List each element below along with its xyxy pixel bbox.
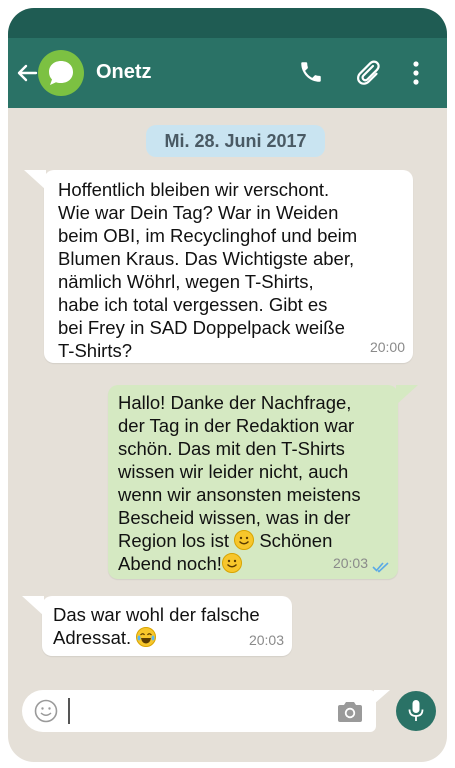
smiling-face-emoji-icon <box>234 530 255 550</box>
message-time: 20:03 <box>248 632 284 648</box>
microphone-icon <box>408 700 424 721</box>
chat-header: Onetz <box>8 38 447 108</box>
back-arrow-icon[interactable] <box>16 63 38 83</box>
contact-name[interactable]: Onetz <box>96 61 152 84</box>
tears-of-joy-emoji-icon <box>136 627 157 647</box>
phone-frame: Onetz Mi. 28. Juni 2017 Hoffentlich blei… <box>8 8 447 762</box>
read-double-check-icon <box>372 562 389 573</box>
camera-icon[interactable] <box>336 701 364 723</box>
input-bar-tail <box>374 690 390 704</box>
message-text: Hallo! Danke der Nachfrage, der Tag in d… <box>118 391 388 575</box>
chat-bubble-icon <box>49 61 73 85</box>
avatar[interactable] <box>38 50 84 96</box>
message-input[interactable] <box>74 696 324 726</box>
message-input-bar <box>22 690 390 732</box>
text-cursor <box>68 698 70 724</box>
message-text: Das war wohl der falsche Adressat. <box>53 603 282 649</box>
outgoing-message[interactable]: Hallo! Danke der Nachfrage, der Tag in d… <box>108 385 418 579</box>
phone-call-icon[interactable] <box>298 59 324 85</box>
incoming-message-2[interactable]: Das war wohl der falsche Adressat. 20:03 <box>22 596 292 656</box>
message-text-part1: Hallo! Danke der Nachfrage, der Tag in d… <box>118 392 361 551</box>
message-text: Hoffentlich bleiben wir verschont. Wie w… <box>58 179 358 361</box>
message-time: 20:00 <box>369 339 405 355</box>
attachment-icon[interactable] <box>353 57 383 87</box>
message-text-content: Das war wohl der falsche Adressat. <box>53 604 260 648</box>
smiling-face-emoji-icon <box>221 553 242 573</box>
date-chip: Mi. 28. Juni 2017 <box>146 125 325 157</box>
mic-button[interactable] <box>396 691 436 731</box>
incoming-message-1[interactable]: Hoffentlich bleiben wir verschont. Wie w… <box>24 170 413 363</box>
more-options-icon[interactable] <box>412 61 420 85</box>
emoji-picker-icon[interactable] <box>34 699 58 723</box>
message-time: 20:03 <box>332 555 368 571</box>
bubble-tail <box>396 385 418 405</box>
bubble-tail <box>24 170 46 190</box>
status-bar <box>8 8 447 38</box>
bubble-tail <box>22 596 44 616</box>
